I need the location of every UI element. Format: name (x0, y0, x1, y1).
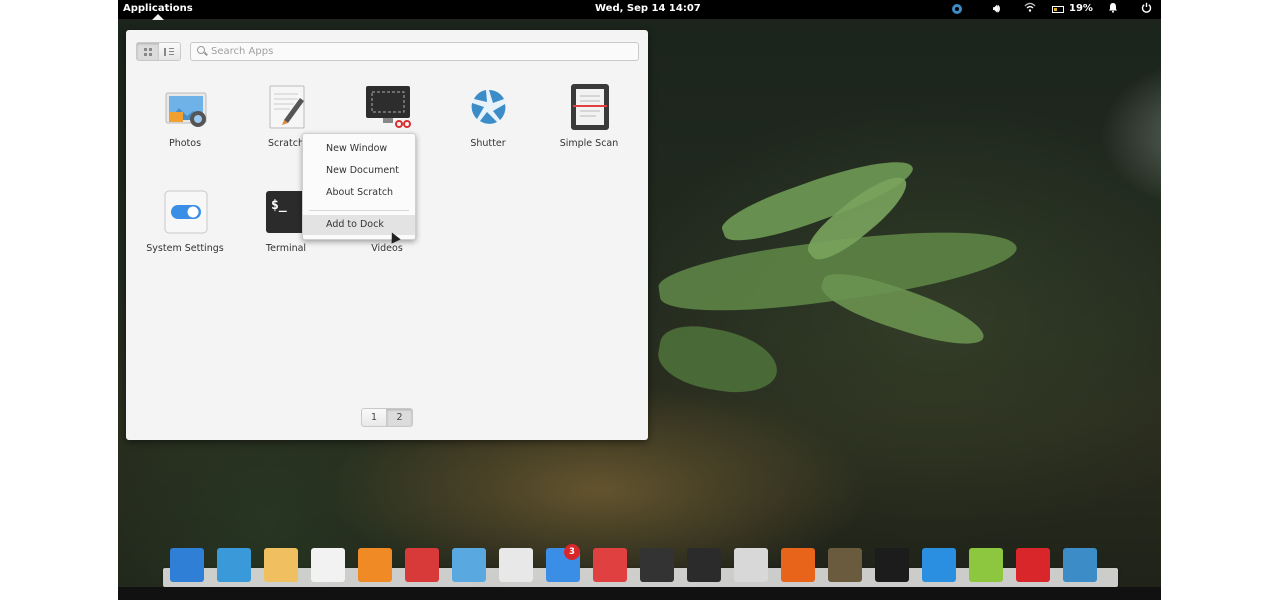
app-simple-scan[interactable]: Simple Scan (539, 84, 639, 164)
menu-item-new-window[interactable]: New Window (303, 139, 415, 159)
dock-item[interactable] (311, 548, 345, 582)
dock-item[interactable] (687, 548, 721, 582)
app-shutter[interactable]: Shutter (438, 84, 538, 164)
dock-item[interactable] (1063, 548, 1097, 582)
dock-item[interactable] (640, 548, 674, 582)
terminal-icon (687, 548, 721, 582)
dock-item[interactable] (828, 548, 862, 582)
search-box (190, 42, 639, 61)
screenshot-icon (365, 84, 411, 130)
firefox-icon (781, 548, 815, 582)
search-input[interactable] (211, 44, 631, 59)
search-icon (197, 46, 205, 54)
page-switcher: 1 2 (361, 408, 413, 427)
page-1-button[interactable]: 1 (361, 408, 387, 427)
dock-item[interactable] (593, 548, 627, 582)
wallpaper-branch (653, 320, 783, 400)
notification-badge: 3 (564, 544, 580, 560)
power-icon[interactable] (1141, 2, 1152, 16)
category-view-button[interactable] (159, 43, 181, 60)
simple-scan-icon (567, 84, 613, 130)
applications-button[interactable]: Applications (123, 3, 193, 14)
app-label: Terminal (265, 243, 307, 254)
dock-item[interactable] (358, 548, 392, 582)
menu-item-add-to-dock[interactable]: Add to Dock (303, 215, 415, 235)
context-menu: New Window New Document About Scratch Ad… (302, 133, 416, 240)
view-mode-toggle (136, 42, 181, 61)
gimp-icon (828, 548, 862, 582)
calendar-icon (311, 548, 345, 582)
dock-item[interactable] (405, 548, 439, 582)
app-label: Photos (168, 138, 202, 149)
page-2-button[interactable]: 2 (387, 408, 413, 427)
app-system-settings[interactable]: System Settings (135, 189, 235, 269)
grid-icon (143, 47, 152, 56)
web-browser-icon (217, 548, 251, 582)
screen-bottom-strip (118, 587, 1161, 600)
dock-item[interactable]: 3 (546, 544, 580, 582)
files-icon (734, 548, 768, 582)
sound-icon[interactable]: 🔊︎ (993, 2, 1000, 16)
dock-item[interactable] (170, 548, 204, 582)
mail-icon (264, 548, 298, 582)
inkscape-icon (875, 548, 909, 582)
dock-item[interactable] (452, 548, 486, 582)
svg-text:$_: $_ (271, 198, 287, 213)
music-icon (358, 548, 392, 582)
shutter-icon (1063, 548, 1097, 582)
dock-item[interactable] (1016, 548, 1050, 582)
dock-item[interactable] (922, 548, 956, 582)
app-label: System Settings (146, 243, 224, 254)
wifi-icon[interactable] (1024, 2, 1036, 15)
screenshot-scissors-icon (593, 548, 627, 582)
dock-item[interactable] (217, 548, 251, 582)
dock-item[interactable] (969, 548, 1003, 582)
app-label: Shutter (470, 138, 506, 149)
app-label: Videos (371, 243, 403, 254)
dock-item[interactable] (734, 548, 768, 582)
photos-icon (163, 84, 209, 130)
menu-item-new-document[interactable]: New Document (303, 161, 415, 181)
screenshot-icon (640, 548, 674, 582)
app-label: Simple Scan (559, 138, 619, 149)
applications-menu: Photos Scratch (126, 30, 648, 440)
d-app-icon (1016, 548, 1050, 582)
grid-view-button[interactable] (137, 43, 159, 60)
network-icon[interactable] (951, 3, 963, 15)
launcher-caret (152, 14, 164, 20)
image-editor-icon (969, 548, 1003, 582)
clock[interactable]: Wed, Sep 14 14:07 (595, 3, 701, 14)
system-settings-icon (163, 189, 209, 235)
videos-icon (405, 548, 439, 582)
dock-item[interactable] (875, 548, 909, 582)
dock-item[interactable] (499, 548, 533, 582)
photos-icon (452, 548, 486, 582)
category-list-icon (164, 47, 175, 56)
dock-item[interactable] (264, 548, 298, 582)
battery-percent[interactable]: 19% (1069, 3, 1093, 14)
scratch-icon (264, 84, 310, 130)
app-photos[interactable]: Photos (135, 84, 235, 164)
top-panel: Applications Wed, Sep 14 14:07 🔊︎ 19% (118, 0, 1161, 20)
notifications-icon[interactable] (1108, 2, 1118, 16)
system-settings-icon (499, 548, 533, 582)
battery-icon[interactable] (1052, 6, 1064, 13)
desktop: Applications Wed, Sep 14 14:07 🔊︎ 19% Se… (118, 0, 1161, 600)
dock-item[interactable] (781, 548, 815, 582)
shutter-icon (466, 84, 512, 130)
media-player-icon (922, 548, 956, 582)
menu-item-about-scratch[interactable]: About Scratch (303, 183, 415, 203)
menu-separator (309, 210, 409, 211)
multitasking-view-icon (170, 548, 204, 582)
